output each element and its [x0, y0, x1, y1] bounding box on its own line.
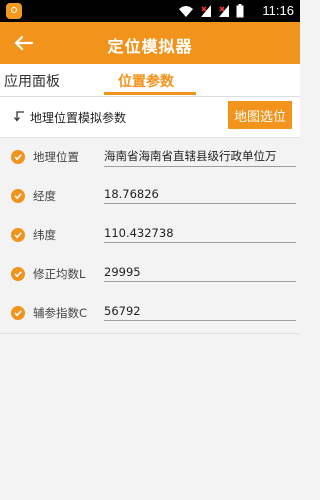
param-row-location: 地理位置 海南省海南省直辖县级行政单位万 — [0, 138, 300, 178]
correction-mean-field[interactable]: 29995 — [104, 265, 296, 282]
corner-arrow-icon — [14, 111, 24, 122]
check-icon — [11, 267, 25, 281]
status-bar: 11:16 — [0, 0, 300, 22]
location-field[interactable]: 海南省海南省直辖县级行政单位万 — [104, 148, 296, 167]
status-time: 11:16 — [262, 3, 294, 18]
param-row-latitude: 纬度 110.432738 — [0, 216, 300, 256]
wifi-icon — [179, 6, 193, 17]
longitude-field[interactable]: 18.76826 — [104, 187, 296, 204]
param-row-auxiliary-index: 辅参指数C 56792 — [0, 294, 300, 334]
param-row-longitude: 经度 18.76826 — [0, 177, 300, 217]
param-label: 地理位置 — [33, 150, 79, 164]
check-icon — [11, 189, 25, 203]
section-title: 地理位置模拟参数 — [30, 111, 127, 125]
tab-bar: 应用面板 位置参数 — [0, 64, 300, 97]
tab-app-panel[interactable]: 应用面板 — [4, 71, 60, 91]
check-icon — [11, 228, 25, 242]
app-bar: 定位模拟器 — [0, 22, 300, 64]
param-row-correction-mean: 修正均数L 29995 — [0, 255, 300, 295]
auxiliary-index-field[interactable]: 56792 — [104, 304, 296, 321]
tab-indicator — [104, 92, 196, 95]
check-icon — [11, 150, 25, 164]
map-select-button[interactable]: 地图选位 — [228, 101, 292, 129]
param-label: 修正均数L — [33, 267, 86, 281]
param-label: 辅参指数C — [33, 306, 88, 320]
param-label: 经度 — [33, 189, 56, 203]
section-header: 地理位置模拟参数 地图选位 — [0, 97, 300, 138]
no-sim-icon — [201, 5, 211, 17]
page-title: 定位模拟器 — [107, 37, 193, 56]
param-label: 纬度 — [33, 228, 56, 242]
signal-icon — [219, 5, 229, 17]
latitude-field[interactable]: 110.432738 — [104, 226, 296, 243]
tab-location-params[interactable]: 位置参数 — [118, 71, 174, 91]
battery-icon — [236, 4, 244, 18]
app-notification-icon — [6, 3, 22, 19]
check-icon — [11, 306, 25, 320]
